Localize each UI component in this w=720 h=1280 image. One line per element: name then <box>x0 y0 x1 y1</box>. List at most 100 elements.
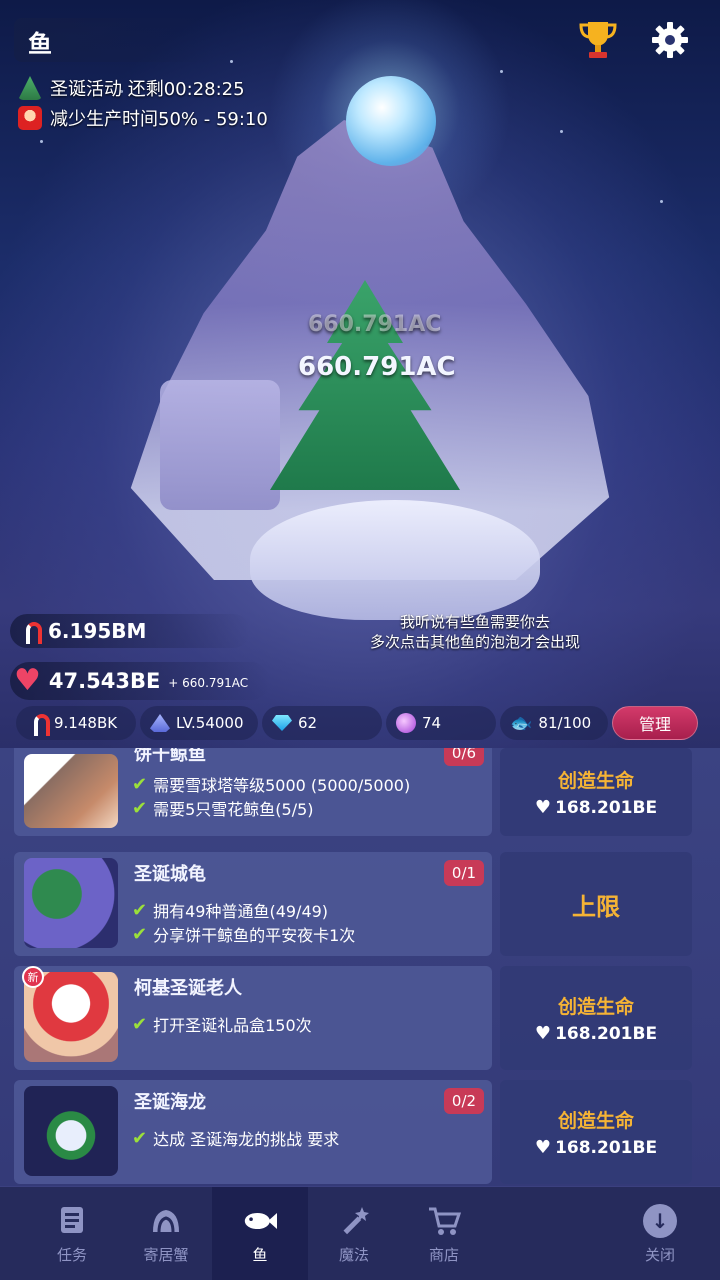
fish-thumbnail <box>24 858 118 948</box>
star <box>230 60 233 63</box>
create-life-button[interactable]: 创造生命 ♥ 168.201BE <box>500 966 692 1070</box>
candy-cane-icon <box>18 620 42 644</box>
nav-magic[interactable]: 魔法 <box>306 1187 402 1280</box>
fish-thumbnail <box>24 754 118 828</box>
snow-globe-bubble[interactable] <box>346 76 436 166</box>
requirement-text: 需要雪球塔等级5000 (5000/5000) <box>153 776 411 795</box>
pearl-icon <box>396 713 416 733</box>
check-icon: ✔ <box>132 1127 148 1149</box>
event-timer-row[interactable]: 圣诞活动 还剩00:28:25 <box>18 74 245 102</box>
cost: ♥ 168.201BE <box>535 797 657 818</box>
snow-island <box>250 500 540 620</box>
heart-icon: ♥ <box>14 663 41 698</box>
nav-shop-label: 商店 <box>428 1245 459 1264</box>
fish-icon: 🐟 <box>510 712 533 734</box>
gem-value: 62 <box>298 714 318 732</box>
star <box>40 140 43 143</box>
check-icon: ✔ <box>132 923 148 945</box>
fish-name: 饼干鲸鱼 <box>134 748 206 765</box>
star <box>660 200 663 203</box>
trophy-icon[interactable] <box>578 18 618 62</box>
boost-timer-text: 减少生产时间50% - 59:10 <box>50 109 268 130</box>
fish-name: 圣诞海龙 <box>134 1092 206 1113</box>
nav-hermit-crab[interactable]: 寄居蟹 <box>118 1187 214 1280</box>
check-icon: ✔ <box>132 797 148 819</box>
boost-timer-row[interactable]: 减少生产时间50% - 59:10 <box>18 104 268 132</box>
requirement: ✔ 需要5只雪花鲸鱼(5/5) <box>132 796 314 820</box>
fish-count-chip: 🐟 81/100 <box>500 706 608 740</box>
check-icon: ✔ <box>132 1013 148 1035</box>
pearl-value: 74 <box>422 714 442 732</box>
fish-count-value: 81/100 <box>538 714 592 732</box>
scroll-icon <box>55 1204 89 1238</box>
gem-icon <box>272 715 292 731</box>
requirement-text: 拥有49种普通鱼(49/49) <box>153 902 329 921</box>
create-life-button[interactable]: 创造生命 ♥ 168.201BE <box>500 748 692 836</box>
bottom-nav: 任务 寄居蟹 鱼 魔法 商店 ↓ 关闭 <box>0 1186 720 1280</box>
shell-icon <box>150 714 170 732</box>
fish-card-info: 饼干鲸鱼 0/6 ✔ 需要雪球塔等级5000 (5000/5000) ✔ 需要5… <box>14 748 492 836</box>
limit-label: 上限 <box>572 892 620 921</box>
hint-line-2: 多次点击其他鱼的泡泡才会出现 <box>369 633 580 651</box>
nav-tasks-label: 任务 <box>56 1245 87 1264</box>
level-chip[interactable]: LV.54000 <box>140 706 258 740</box>
fish-list[interactable]: 饼干鲸鱼 0/6 ✔ 需要雪球塔等级5000 (5000/5000) ✔ 需要5… <box>0 748 720 1188</box>
nav-magic-label: 魔法 <box>338 1245 369 1264</box>
nav-shop[interactable]: 商店 <box>396 1187 492 1280</box>
nav-close-label: 关闭 <box>644 1245 675 1264</box>
page-title: 鱼 <box>14 18 214 62</box>
fish-card: 新 柯基圣诞老人 ✔ 打开圣诞礼品盒150次 创造生命 ♥ 168.201BE <box>14 966 692 1070</box>
candy-cane-icon <box>26 712 50 736</box>
candy-cane-counter: 6.195BM <box>10 614 250 648</box>
hermit-crab-icon <box>149 1204 183 1238</box>
count-badge: 0/1 <box>444 860 484 886</box>
fish-name: 柯基圣诞老人 <box>134 978 242 999</box>
snow-tower[interactable] <box>160 380 280 510</box>
star <box>500 70 503 73</box>
cost: ♥ 168.201BE <box>535 1137 657 1158</box>
nav-hermit-crab-label: 寄居蟹 <box>143 1245 189 1264</box>
event-timer-text: 圣诞活动 还剩00:28:25 <box>50 79 245 100</box>
fish-card: 圣诞海龙 0/2 ✔ 达成 圣诞海龙的挑战 要求 创造生命 ♥ 168.201BE <box>14 1080 692 1184</box>
nav-fish-label: 鱼 <box>252 1245 268 1264</box>
heart-icon: ♥ <box>534 797 552 818</box>
nav-tasks[interactable]: 任务 <box>24 1187 120 1280</box>
heart-icon: ♥ <box>534 1137 552 1158</box>
requirement-text: 达成 圣诞海龙的挑战 要求 <box>153 1130 340 1149</box>
download-arrow-icon: ↓ <box>643 1203 677 1238</box>
santa-icon <box>18 106 42 130</box>
manage-button[interactable]: 管理 <box>612 706 698 740</box>
create-life-label: 创造生命 <box>557 1110 634 1132</box>
fish-hint: 我听说有些鱼需要你去 多次点击其他鱼的泡泡才会出现 <box>340 612 610 652</box>
cart-icon <box>427 1204 461 1238</box>
magic-wand-icon <box>337 1204 371 1238</box>
nav-close[interactable]: ↓ 关闭 <box>612 1187 708 1280</box>
requirement: ✔ 需要雪球塔等级5000 (5000/5000) <box>132 772 410 796</box>
nav-fish[interactable]: 鱼 <box>212 1187 308 1280</box>
pearl-chip[interactable]: 74 <box>386 706 496 740</box>
fish-card: 饼干鲸鱼 0/6 ✔ 需要雪球塔等级5000 (5000/5000) ✔ 需要5… <box>14 748 692 836</box>
limit-button[interactable]: 上限 <box>500 852 692 956</box>
life-value: 47.543BE <box>48 669 161 693</box>
fish-card-info: 圣诞海龙 0/2 ✔ 达成 圣诞海龙的挑战 要求 <box>14 1080 492 1184</box>
christmas-tree-icon <box>18 76 42 100</box>
create-life-button[interactable]: 创造生命 ♥ 168.201BE <box>500 1080 692 1184</box>
stats-bar: 9.148BK LV.54000 62 74 🐟 81/100 管理 <box>10 704 710 744</box>
gem-chip[interactable]: 62 <box>262 706 382 740</box>
candy-cane-value: 6.195BM <box>48 619 147 643</box>
life-counter: ♥ 47.543BE + 660.791AC <box>10 662 270 700</box>
level-value: LV.54000 <box>176 714 244 732</box>
create-life-label: 创造生命 <box>557 996 634 1018</box>
hint-line-1: 我听说有些鱼需要你去 <box>399 613 550 631</box>
create-life-label: 创造生命 <box>557 770 634 792</box>
fish-card-info: 圣诞城龟 0/1 ✔ 拥有49种普通鱼(49/49) ✔ 分享饼干鲸鱼的平安夜卡… <box>14 852 492 956</box>
fish-card: 圣诞城龟 0/1 ✔ 拥有49种普通鱼(49/49) ✔ 分享饼干鲸鱼的平安夜卡… <box>14 852 692 956</box>
cost: ♥ 168.201BE <box>535 1023 657 1044</box>
gear-icon[interactable] <box>650 20 690 60</box>
production-float: 660.791AC <box>298 352 456 382</box>
candy-chip[interactable]: 9.148BK <box>16 706 136 740</box>
check-icon: ✔ <box>132 899 148 921</box>
fish-name: 圣诞城龟 <box>134 864 206 885</box>
heart-icon: ♥ <box>534 1023 552 1044</box>
fish-thumbnail <box>24 1086 118 1176</box>
